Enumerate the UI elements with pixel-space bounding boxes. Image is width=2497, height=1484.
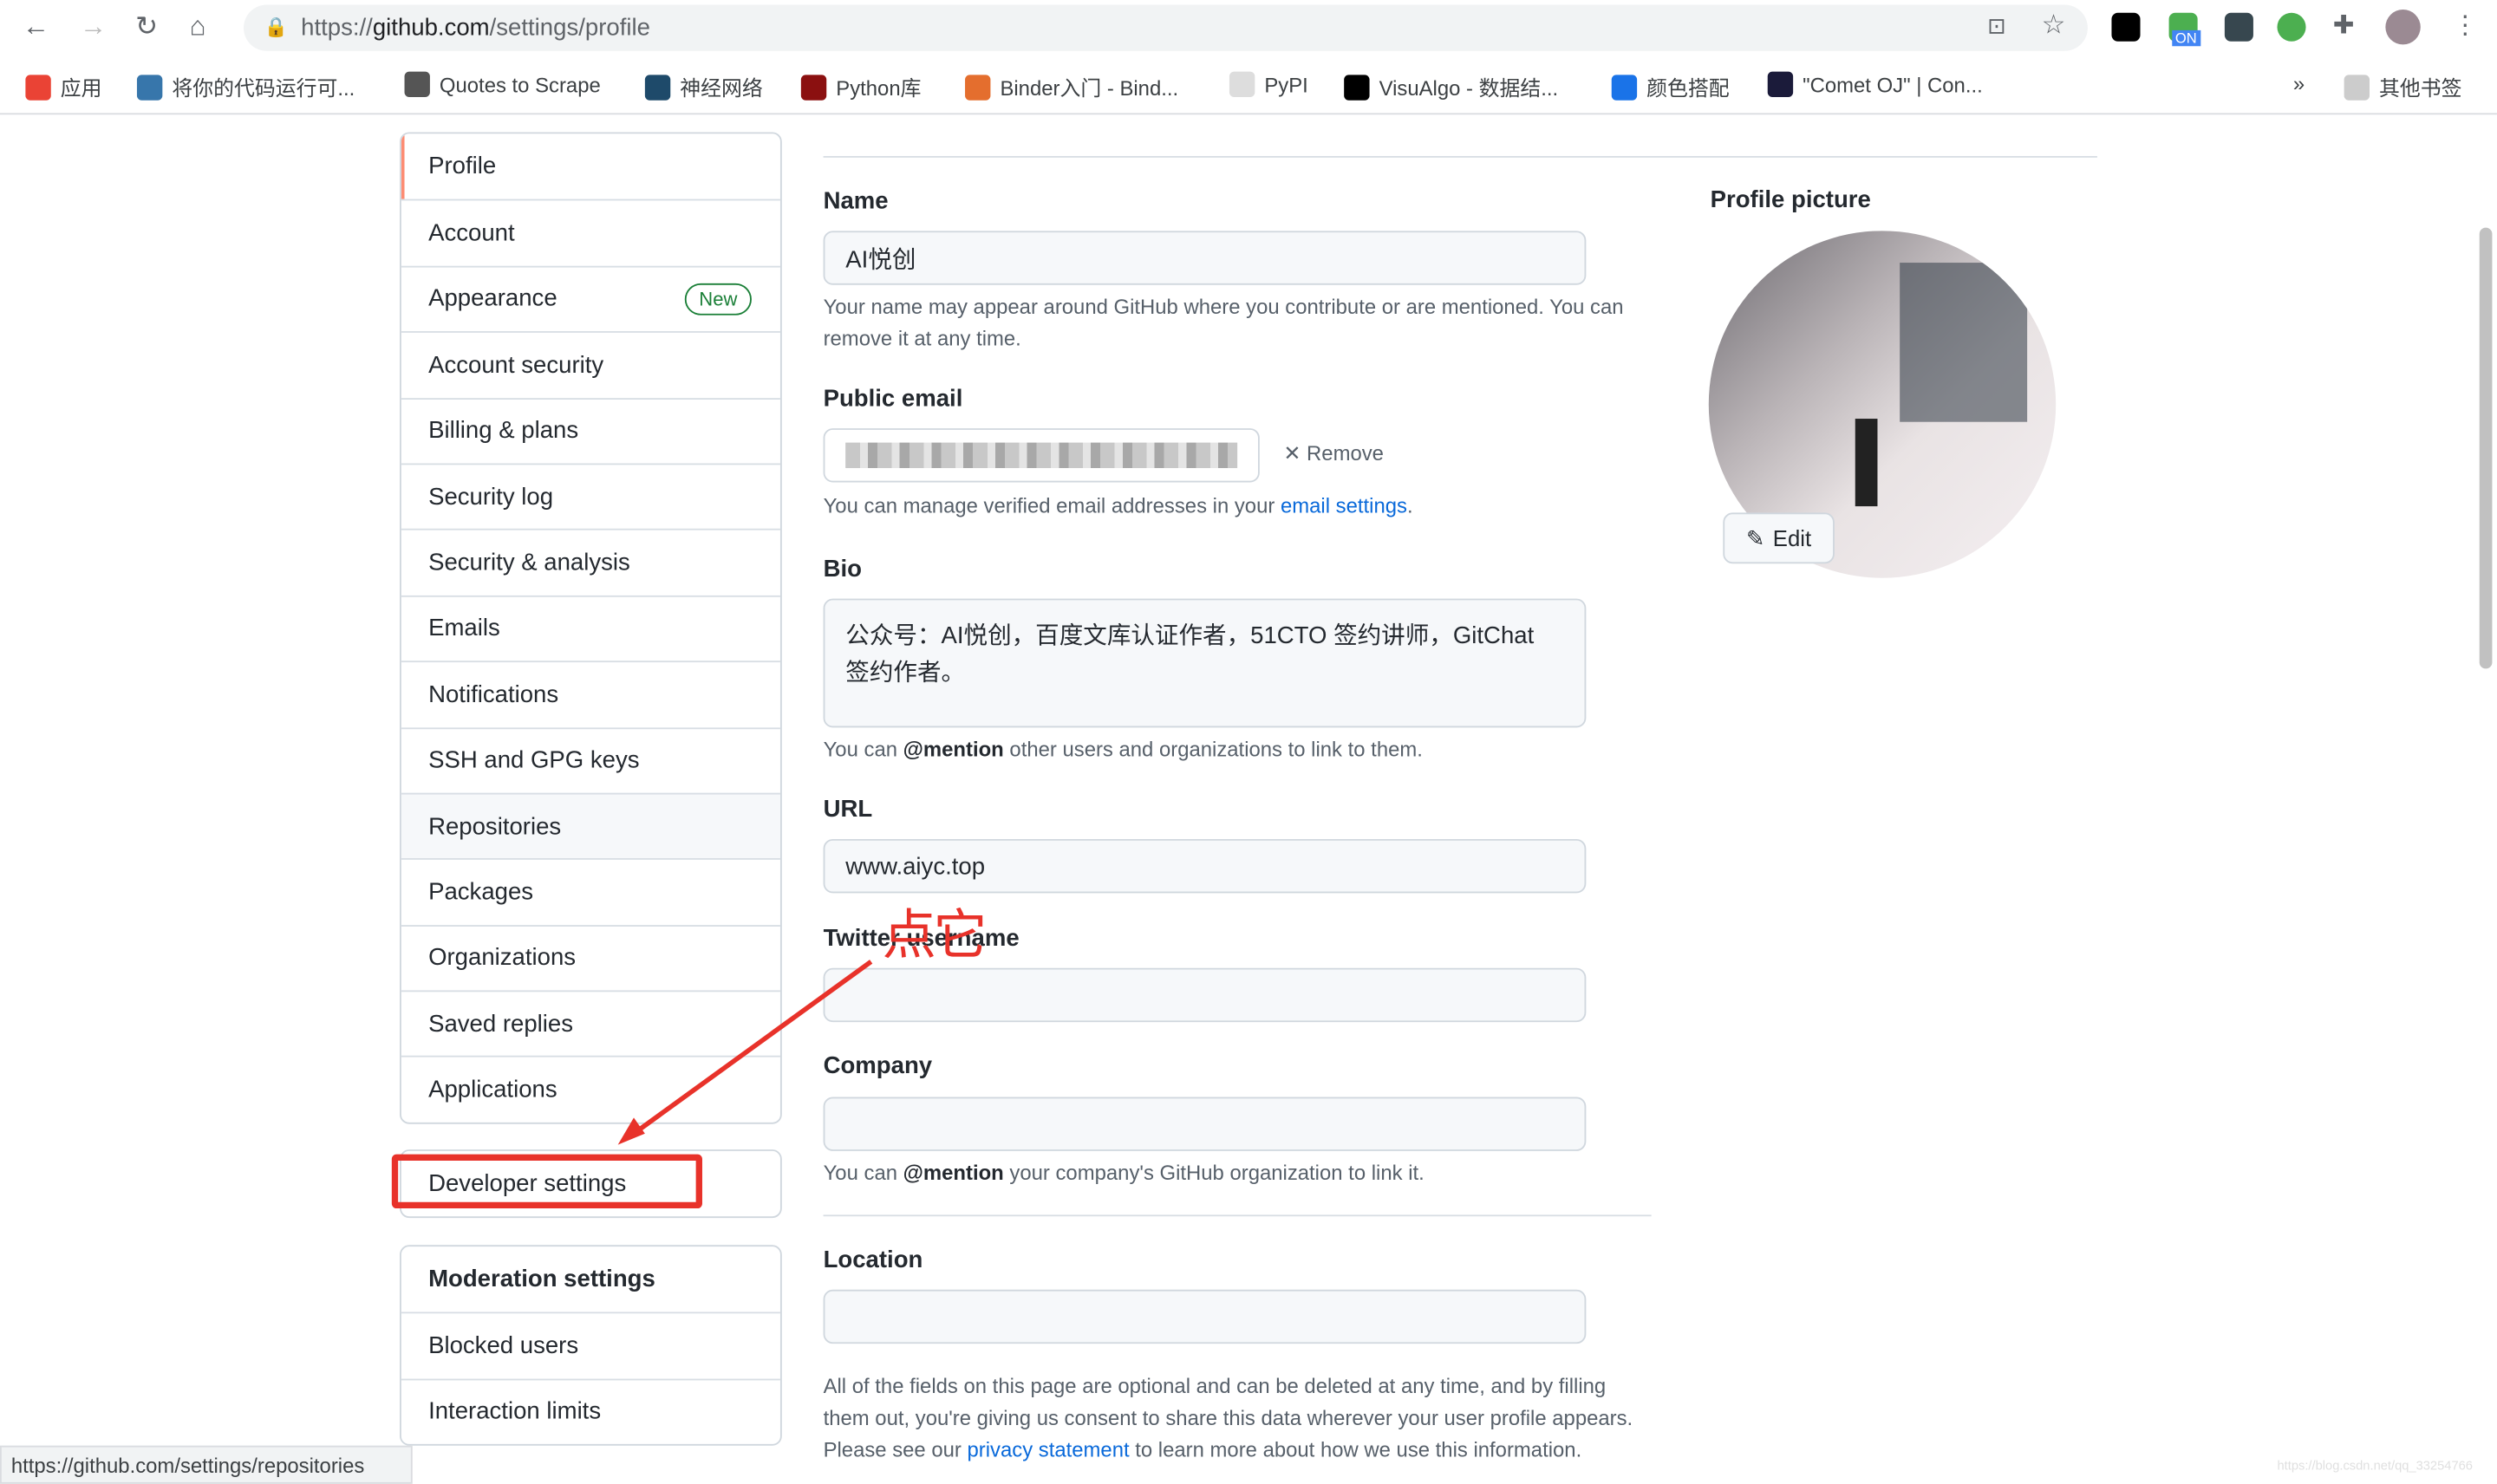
status-bar-url: https://github.com/settings/repositories (0, 1445, 413, 1484)
annotation-highlight-box (391, 1154, 702, 1209)
annotation-arrow-head (617, 1117, 645, 1145)
annotation-text: 点它 (882, 906, 988, 967)
annotation-arrow-line (632, 960, 873, 1136)
watermark: https://blog.csdn.net/qq_33254766 (2277, 1458, 2473, 1473)
annotation-layer (391, 960, 873, 1209)
